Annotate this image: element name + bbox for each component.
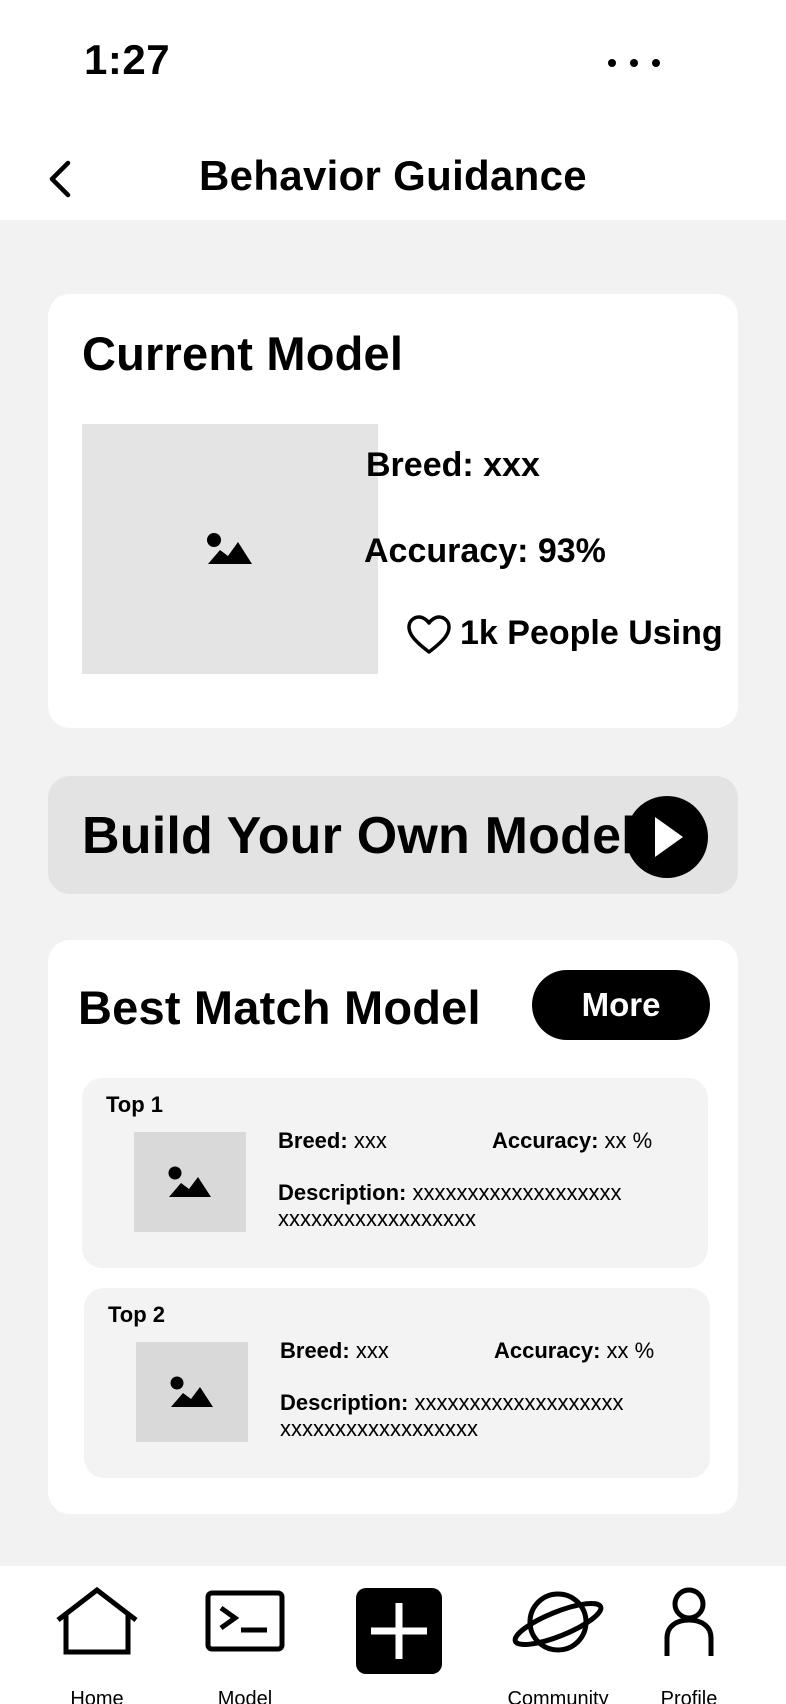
nav-label-profile: Profile (660, 1688, 718, 1704)
current-model-breed: Breed: xxx (366, 446, 540, 484)
build-own-model-label: Build Your Own Model (82, 807, 636, 865)
current-model-image (82, 424, 378, 674)
page-title: Behavior Guidance (199, 152, 587, 199)
more-options-icon[interactable] (608, 58, 660, 68)
build-own-model-button[interactable]: Build Your Own Model (48, 776, 738, 894)
nav-item-profile[interactable]: Profile (654, 1586, 724, 1704)
terminal-icon (205, 1590, 285, 1652)
result-breed: Breed: xxx (280, 1338, 389, 1363)
nav-label-model: Model (217, 1688, 273, 1704)
result-description-cont: xxxxxxxxxxxxxxxxxx (280, 1416, 478, 1441)
result-accuracy: Accuracy: xx % (492, 1128, 653, 1153)
result-rank: Top 2 (108, 1302, 166, 1327)
match-result-item[interactable]: Top 1 Breed: xxx Accuracy: xx % Descript… (82, 1078, 708, 1268)
play-icon[interactable] (626, 796, 708, 878)
result-breed: Breed: xxx (278, 1128, 387, 1153)
best-match-card: Best Match Model More Top 1 Breed: xxx A… (48, 940, 738, 1514)
current-model-accuracy: Accuracy: 93% (364, 532, 606, 570)
result-description-cont: xxxxxxxxxxxxxxxxxx (278, 1206, 476, 1231)
nav-label-community: Community (507, 1688, 609, 1704)
nav-item-home[interactable]: Home (54, 1586, 140, 1704)
nav-item-model[interactable]: Model (200, 1586, 290, 1704)
result-image (136, 1342, 248, 1442)
image-placeholder-icon (207, 533, 252, 564)
status-time: 1:27 (84, 36, 171, 83)
play-triangle-icon (655, 817, 683, 857)
current-model-title: Current Model (82, 327, 404, 380)
nav-item-community[interactable]: Community (507, 1586, 609, 1704)
more-button[interactable]: More (532, 970, 710, 1040)
nav-item-add[interactable] (356, 1586, 442, 1696)
home-icon (56, 1586, 138, 1655)
bottom-nav: Home Model Community Profile (0, 1566, 786, 1704)
result-description: Description: xxxxxxxxxxxxxxxxxxx (278, 1180, 622, 1205)
image-placeholder-icon (170, 1376, 213, 1407)
current-model-card: Current Model (48, 294, 738, 728)
image-placeholder-icon (168, 1166, 211, 1197)
current-model-users: 1k People Using (460, 614, 723, 652)
match-result-item[interactable]: Top 2 Breed: xxx Accuracy: xx % Descript… (84, 1288, 710, 1478)
heart-icon[interactable] (406, 614, 452, 656)
user-icon (664, 1587, 714, 1656)
best-match-title: Best Match Model (78, 981, 481, 1034)
result-image (134, 1132, 246, 1232)
plus-icon (356, 1588, 442, 1674)
result-accuracy: Accuracy: xx % (494, 1338, 655, 1363)
planet-icon (512, 1591, 604, 1653)
result-rank: Top 1 (106, 1092, 164, 1117)
top-bar: 1:27 Behavior Guidance (0, 0, 786, 220)
result-description: Description: xxxxxxxxxxxxxxxxxxx (280, 1390, 624, 1415)
nav-label-home: Home (70, 1688, 124, 1704)
